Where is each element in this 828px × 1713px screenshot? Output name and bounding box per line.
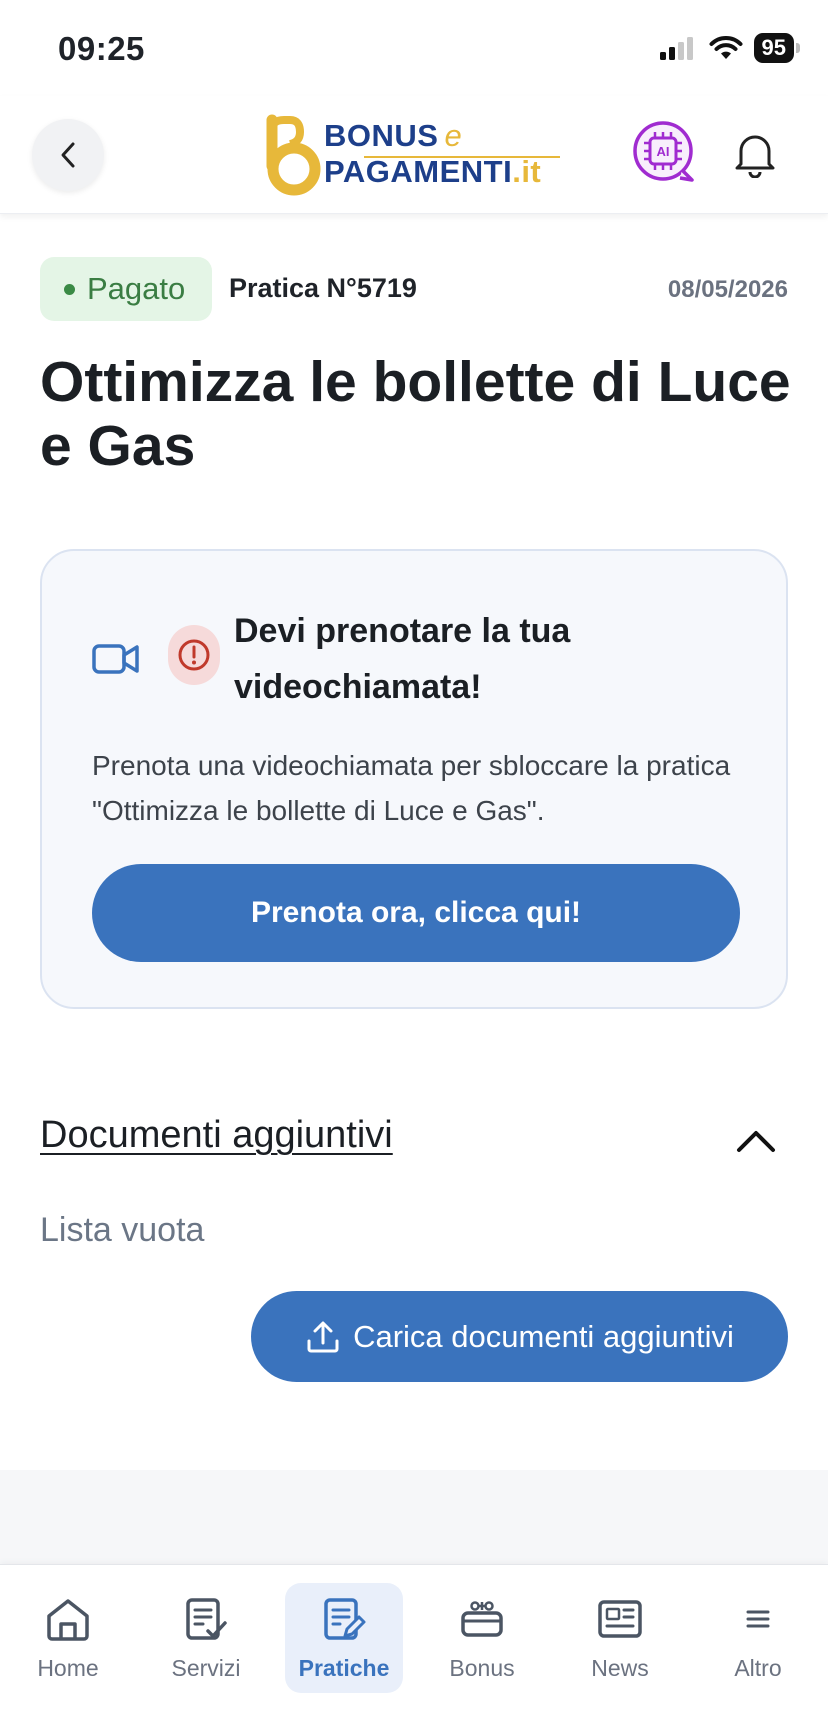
- chevron-left-icon: [61, 142, 75, 168]
- video-camera-icon: [92, 644, 139, 674]
- nav-item-bonus[interactable]: Bonus: [423, 1583, 541, 1693]
- ai-assistant-button[interactable]: AI: [630, 118, 698, 186]
- status-dot: [64, 283, 75, 295]
- nav-label-altro: Altro: [734, 1655, 782, 1681]
- alert-title: Devi prenotare la tua videochiamata!: [234, 612, 571, 706]
- practice-number: Pratica N°5719: [229, 273, 417, 303]
- notifications-button[interactable]: [730, 128, 780, 179]
- nav-label-home: Home: [37, 1655, 99, 1681]
- logo-b-icon: [266, 114, 321, 196]
- app-header: BONUS e PAGAMENTI.it AI: [0, 96, 828, 214]
- nav-item-pratiche[interactable]: Pratiche: [285, 1583, 403, 1693]
- nav-item-news[interactable]: News: [561, 1583, 679, 1693]
- nav-item-home[interactable]: Home: [9, 1583, 127, 1693]
- logo-text-pagamenti: PAGAMENTI.it: [324, 154, 542, 189]
- svg-text:AI: AI: [657, 144, 670, 159]
- status-bar: 09:25 95: [0, 0, 828, 96]
- documents-empty-text: Lista vuota: [40, 1211, 205, 1249]
- nav-item-servizi[interactable]: Servizi: [147, 1583, 265, 1693]
- battery-indicator: 95: [753, 33, 801, 63]
- nav-label-bonus: Bonus: [449, 1655, 515, 1681]
- bonus-icon: [461, 1601, 503, 1637]
- upload-icon: [307, 1321, 339, 1352]
- menu-icon: [746, 1610, 770, 1628]
- content-footer-band: [0, 1470, 828, 1566]
- additional-documents-toggle[interactable]: Documenti aggiuntivi: [40, 1114, 393, 1157]
- pratiche-icon: [324, 1598, 366, 1640]
- alert-circle-icon: [168, 625, 220, 685]
- servizi-icon: [186, 1598, 227, 1640]
- back-button[interactable]: [32, 119, 104, 191]
- page-title: Ottimizza le bollette di Luce e Gas: [40, 350, 791, 478]
- nav-label-pratiche: Pratiche: [298, 1655, 390, 1681]
- chevron-up-icon[interactable]: [733, 1120, 779, 1160]
- book-video-call-button[interactable]: Prenota ora, clicca qui!: [92, 864, 740, 962]
- cellular-signal-icon: [659, 37, 693, 60]
- nav-label-servizi: Servizi: [171, 1655, 241, 1681]
- brand-logo[interactable]: BONUS e PAGAMENTI.it: [264, 114, 564, 198]
- status-label: Pagato: [87, 271, 186, 306]
- status-icons: 95: [658, 33, 801, 63]
- practice-date: 08/05/2026: [667, 276, 788, 303]
- alert-description: Prenota una videochiamata per sbloccare …: [92, 750, 731, 826]
- wifi-icon: [709, 36, 743, 59]
- news-icon: [598, 1600, 642, 1638]
- status-badge: Pagato: [40, 257, 212, 321]
- status-time: 09:25: [58, 30, 145, 67]
- ai-chip-icon: AI: [633, 121, 694, 182]
- video-call-alert-card: Devi prenotare la tua videochiamata! Pre…: [40, 549, 788, 1009]
- upload-button-label: Carica documenti aggiuntivi: [353, 1318, 734, 1354]
- logo-text-bonus: BONUS e: [324, 118, 463, 153]
- nav-item-altro[interactable]: Altro: [699, 1583, 817, 1693]
- nav-label-news: News: [591, 1655, 649, 1681]
- bell-icon: [735, 135, 775, 179]
- home-icon: [47, 1599, 89, 1641]
- upload-documents-button[interactable]: Carica documenti aggiuntivi: [251, 1291, 788, 1382]
- bottom-navigation: Home Servizi Pratiche Bonus News Altro: [0, 1564, 828, 1713]
